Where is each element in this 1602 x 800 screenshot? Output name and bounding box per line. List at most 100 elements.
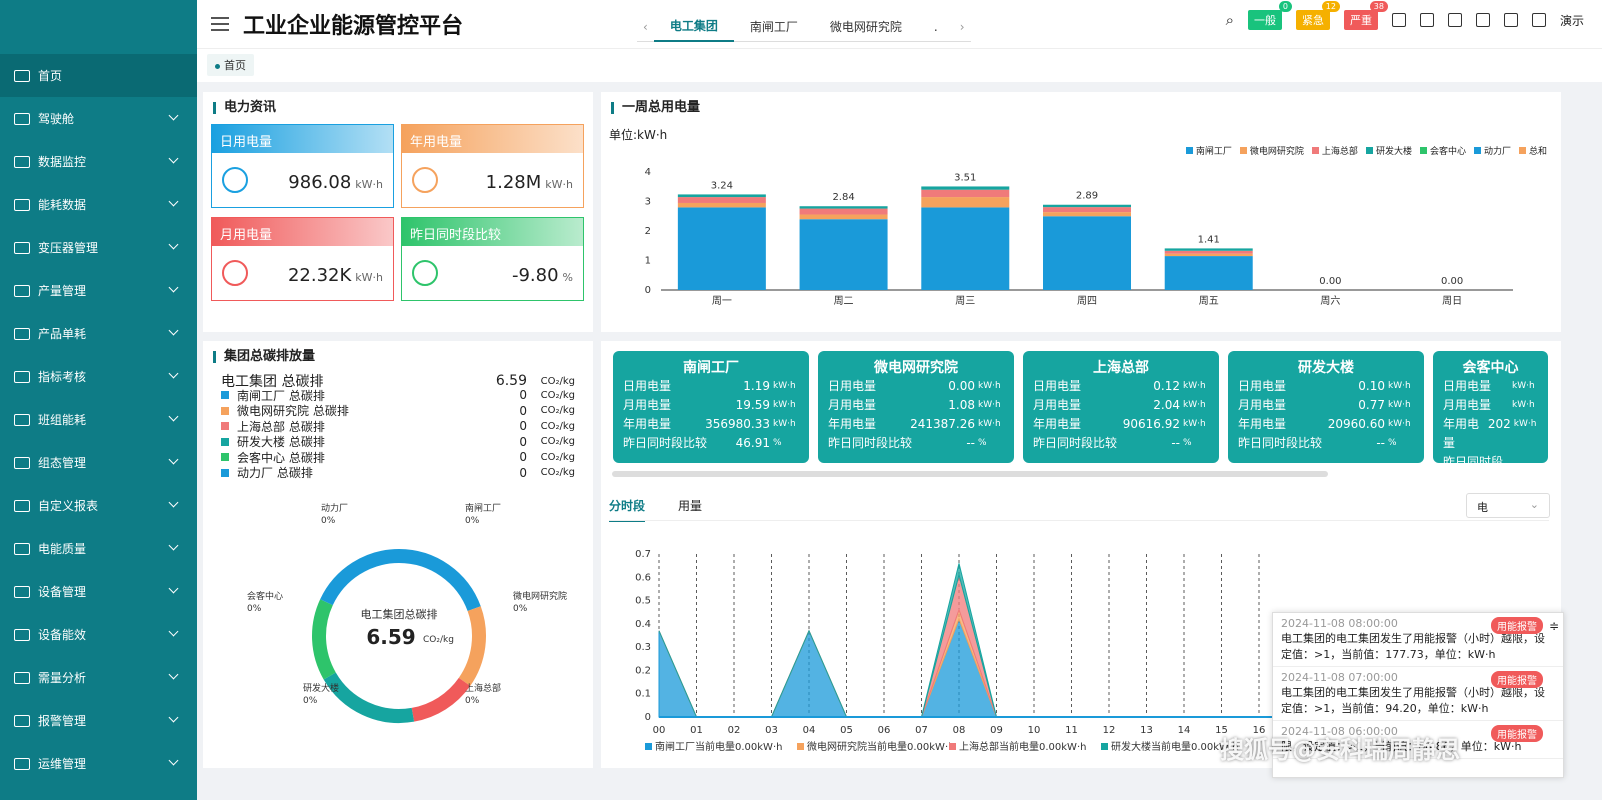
bar-segment[interactable] xyxy=(677,207,766,290)
theme-icon[interactable] xyxy=(1531,13,1546,27)
plant-card[interactable]: 微电网研究院 日用电量 0.00 kW·h 月用电量 1.08 kW·h 年用电量 241387… xyxy=(818,351,1014,463)
plant-row: 昨日同时段比较 --% xyxy=(1033,436,1192,450)
sidebar-item[interactable]: 驾驶舱 xyxy=(0,97,197,140)
search-icon[interactable]: ⌕ xyxy=(1226,11,1234,29)
y-tick-label: 0.2 xyxy=(635,665,651,676)
legend-label[interactable]: 上海总部当前电量0.00kW·h xyxy=(959,740,1086,753)
plant-card[interactable]: 南闸工厂 日用电量 1.19 kW·h 月用电量 19.59 kW·h 年用电量 356980.… xyxy=(613,351,809,463)
sidebar-item[interactable]: 产品单耗 xyxy=(0,312,197,355)
alarm-severe-button[interactable]: 严重 38 xyxy=(1343,1,1388,30)
bar-segment[interactable] xyxy=(799,206,888,209)
sidebar-item[interactable]: 班组能耗 xyxy=(0,398,197,441)
sidebar-item[interactable]: 自定义报表 xyxy=(0,484,197,527)
stat-card-label: 年用电量 xyxy=(402,125,583,153)
y-tick-label: 0 xyxy=(645,285,651,296)
bar-segment[interactable] xyxy=(1164,256,1253,290)
alarm-item[interactable]: 2024-11-08 07:00:00 用能报警 电工集团的电工集团发生了用能报警（… xyxy=(1273,667,1563,721)
plant-row: 昨日同时段比较 --% xyxy=(1238,436,1397,450)
user-name[interactable]: 演示 xyxy=(1560,12,1584,29)
layout-icon[interactable] xyxy=(1419,13,1434,27)
tab-next-icon[interactable]: › xyxy=(954,20,971,34)
camera-icon[interactable] xyxy=(1447,13,1462,27)
bar-segment[interactable] xyxy=(921,207,1010,290)
menu-item-icon xyxy=(14,198,30,211)
plant-row: 年用电量 202 kW·h xyxy=(1443,417,1537,450)
fullscreen-icon[interactable] xyxy=(1475,13,1490,27)
legend-swatch xyxy=(221,422,229,430)
alarm-urgent-button[interactable]: 紧急 12 xyxy=(1295,1,1340,30)
sidebar-item[interactable]: 变压器管理 xyxy=(0,226,197,269)
tab-by-period[interactable]: 分时段 xyxy=(609,497,646,522)
legend-label[interactable]: 南闸工厂当前电量0.00kW·h xyxy=(655,740,782,753)
tab-site[interactable]: 微电网研究院 xyxy=(814,12,918,41)
legend-swatch xyxy=(645,743,652,750)
bar-segment[interactable] xyxy=(677,202,766,208)
energy-type-select[interactable]: 电 ⌄ xyxy=(1466,493,1550,518)
x-tick-label: 周五 xyxy=(1199,295,1219,307)
filter-icon[interactable]: ≑ xyxy=(1549,619,1559,633)
sidebar-item[interactable]: 报警管理 xyxy=(0,699,197,742)
stat-card-label: 日用电量 xyxy=(212,125,393,153)
legend-label[interactable]: 微电网研究院当前电量0.00kW·h xyxy=(807,740,954,753)
bar-segment[interactable] xyxy=(921,186,1010,190)
alarm-general-button[interactable]: 一般 0 xyxy=(1247,1,1292,30)
menu-item-icon xyxy=(14,714,30,727)
alarm-badge: 用能报警 xyxy=(1491,725,1543,742)
bar-segment[interactable] xyxy=(1043,212,1131,217)
bar-segment[interactable] xyxy=(921,189,1010,198)
menu-item-icon xyxy=(14,671,30,684)
bar-segment[interactable] xyxy=(677,194,766,198)
sidebar-item[interactable]: 需量分析 xyxy=(0,656,197,699)
y-tick-label: 0.4 xyxy=(635,619,651,630)
breadcrumb-home[interactable]: 首页 xyxy=(207,54,254,76)
language-icon[interactable] xyxy=(1503,13,1518,27)
plant-row: 月用电量 2.04 kW·h xyxy=(1033,398,1206,412)
bar-segment[interactable] xyxy=(677,197,766,203)
tab-usage[interactable]: 用量 xyxy=(678,497,702,514)
bar-segment[interactable] xyxy=(1043,204,1131,208)
plant-card[interactable]: 会客中心日用电量kW·h 月用电量kW·h 年用电量202kW·h 昨日同时段比较 xyxy=(1433,351,1548,463)
donut-label: 会客中心 xyxy=(247,590,283,602)
horizontal-scrollbar[interactable] xyxy=(612,471,1328,477)
emission-unit: CO₂/kg xyxy=(540,436,575,447)
sidebar-item[interactable]: 首页 xyxy=(0,54,197,97)
bar-segment[interactable] xyxy=(799,219,888,290)
sidebar-item[interactable]: 运维管理 xyxy=(0,742,197,785)
x-tick-label: 周日 xyxy=(1442,295,1462,307)
bar-segment[interactable] xyxy=(921,197,1010,208)
tab-site[interactable]: . xyxy=(918,14,954,40)
bar-segment[interactable] xyxy=(1043,207,1131,213)
sidebar-item[interactable]: 数据监控 xyxy=(0,140,197,183)
plant-card[interactable]: 上海总部 日用电量 0.12 kW·h 月用电量 2.04 kW·h 年用电量 90616.92… xyxy=(1023,351,1219,463)
sidebar-item[interactable]: 设备管理 xyxy=(0,570,197,613)
sidebar-item-label: 产量管理 xyxy=(38,284,87,298)
sidebar-item[interactable]: 设备能效 xyxy=(0,613,197,656)
menu-toggle-icon[interactable] xyxy=(211,17,229,31)
alarm-item[interactable]: 2024-11-08 08:00:00 用能报警 电工集团的电工集团发生了用能报警（… xyxy=(1273,613,1563,667)
bar-segment[interactable] xyxy=(1164,253,1253,257)
sidebar-item[interactable]: 能耗数据 xyxy=(0,183,197,226)
bar-segment[interactable] xyxy=(1164,250,1253,254)
area-series[interactable] xyxy=(658,617,1259,718)
emission-unit: CO₂/kg xyxy=(540,389,575,401)
logo-area xyxy=(0,0,197,54)
bar-segment[interactable] xyxy=(799,214,888,220)
mute-icon[interactable] xyxy=(1391,13,1406,27)
bar-segment[interactable] xyxy=(799,208,888,215)
sidebar-item[interactable]: 组态管理 xyxy=(0,441,197,484)
carbon-donut-chart: 电工集团总碳排 6.59 CO₂/kg 动力厂 0% 南闸工厂 0% 微电网研究院 0% 上海总部… xyxy=(247,502,567,723)
bar-segment[interactable] xyxy=(1164,248,1253,251)
bar-segment[interactable] xyxy=(1043,216,1131,290)
tab-prev-icon[interactable]: ‹ xyxy=(637,20,654,34)
sidebar-item[interactable]: 指标考核 xyxy=(0,355,197,398)
donut-label: 南闸工厂 xyxy=(465,502,501,514)
menu-item-icon xyxy=(14,499,30,512)
emission-row: 研发大楼 总碳排 0 CO₂/kg xyxy=(221,433,575,450)
menu-item-icon xyxy=(14,112,30,125)
sidebar-item[interactable]: 电能质量 xyxy=(0,527,197,570)
sidebar-item[interactable]: 产量管理 xyxy=(0,269,197,312)
plant-card[interactable]: 研发大楼 日用电量 0.10 kW·h 月用电量 0.77 kW·h 年用电量 20960.60… xyxy=(1228,351,1424,463)
tab-site[interactable]: 电工集团 xyxy=(653,11,734,42)
tab-site[interactable]: 南闸工厂 xyxy=(734,12,814,41)
plant-name: 上海总部 xyxy=(1093,360,1149,376)
